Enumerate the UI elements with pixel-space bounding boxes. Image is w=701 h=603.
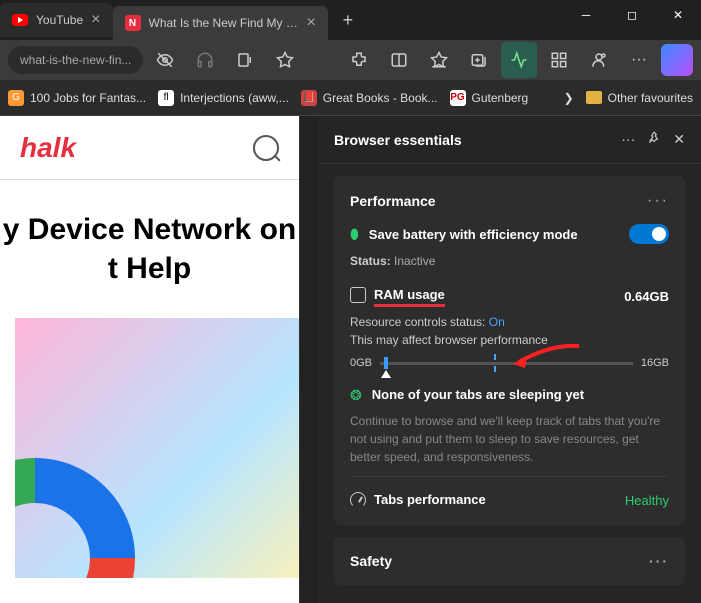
favorites-list-icon[interactable] [421, 42, 457, 78]
page-scrollbar[interactable] [300, 116, 318, 603]
leaf-icon: ❂ [350, 387, 362, 404]
favorite-icon[interactable] [267, 42, 303, 78]
resource-controls-link[interactable]: On [489, 315, 505, 329]
bookmark-item[interactable]: PGGutenberg [450, 90, 529, 106]
read-aloud-icon[interactable] [227, 42, 263, 78]
sleeping-tabs-title: None of your tabs are sleeping yet [372, 387, 584, 402]
efficiency-label: Save battery with efficiency mode [369, 227, 578, 242]
site-icon: N [125, 15, 141, 31]
article-image [15, 318, 300, 578]
annotation-arrow [511, 344, 581, 374]
search-icon[interactable] [253, 135, 279, 161]
slider-min-label: 0GB [350, 357, 372, 369]
maximize-button[interactable]: ◻ [609, 0, 655, 30]
resource-controls-status: Resource controls status: On [350, 315, 669, 329]
split-icon[interactable] [381, 42, 417, 78]
close-icon[interactable]: × [307, 14, 316, 32]
ram-slider[interactable] [380, 362, 633, 365]
bookmark-item[interactable]: 📕Great Books - Book... [301, 90, 438, 106]
more-icon[interactable]: ··· [621, 42, 657, 78]
chip-icon [350, 287, 366, 303]
collections-icon[interactable] [461, 42, 497, 78]
site-logo: halk [20, 132, 76, 164]
tab-youtube[interactable]: YouTube × [0, 3, 113, 37]
tab-active[interactable]: N What Is the New Find My Devic × [113, 6, 328, 40]
browser-essentials-icon[interactable] [501, 42, 537, 78]
bookmark-item[interactable]: G100 Jobs for Fantas... [8, 90, 146, 106]
page-content: halk y Device Network on t Help [0, 116, 300, 603]
performance-warning: This may affect browser performance [350, 333, 669, 347]
tabs-performance-label: Tabs performance [350, 491, 486, 509]
folder-icon [586, 91, 602, 104]
close-window-button[interactable]: ✕ [655, 0, 701, 30]
safety-menu-icon[interactable]: ··· [649, 553, 669, 569]
bookmarks-overflow[interactable]: ❯ [564, 91, 574, 105]
article-title: y Device Network on t Help [0, 180, 299, 318]
performance-menu-icon[interactable]: ··· [647, 192, 669, 210]
extensions-icon[interactable] [341, 42, 377, 78]
profile-icon[interactable] [581, 42, 617, 78]
panel-more-icon[interactable]: ··· [621, 131, 635, 148]
pin-icon[interactable] [647, 131, 661, 148]
leaf-icon: ⬮ [350, 226, 359, 243]
copilot-icon[interactable] [661, 44, 693, 76]
tabs-performance-value: Healthy [625, 493, 669, 508]
close-icon[interactable]: × [91, 11, 100, 29]
ram-usage-value: 0.64GB [624, 289, 669, 304]
new-tab-button[interactable]: + [332, 4, 364, 36]
panel-title: Browser essentials [334, 132, 462, 148]
efficiency-toggle[interactable] [629, 224, 669, 244]
close-panel-icon[interactable]: ✕ [673, 131, 685, 148]
headphones-icon[interactable] [187, 42, 223, 78]
tab-label: YouTube [36, 13, 83, 27]
address-bar[interactable]: what-is-the-new-fin... [8, 46, 143, 74]
youtube-icon [12, 12, 28, 28]
tab-label: What Is the New Find My Devic [149, 16, 299, 30]
minimize-button[interactable]: ─ [563, 0, 609, 30]
safety-heading: Safety [350, 553, 392, 569]
speedometer-icon [350, 492, 366, 508]
status-line: Status: Inactive [350, 254, 669, 268]
performance-heading: Performance [350, 193, 436, 209]
bookmark-item[interactable]: flInterjections (aww,... [158, 90, 289, 106]
other-favourites[interactable]: Other favourites [586, 91, 693, 105]
ram-usage-label: RAM usage [350, 286, 445, 307]
grid-icon[interactable] [541, 42, 577, 78]
tracking-icon[interactable] [147, 42, 183, 78]
slider-max-label: 16GB [641, 357, 669, 369]
sleeping-tabs-desc: Continue to browse and we'll keep track … [350, 412, 669, 466]
